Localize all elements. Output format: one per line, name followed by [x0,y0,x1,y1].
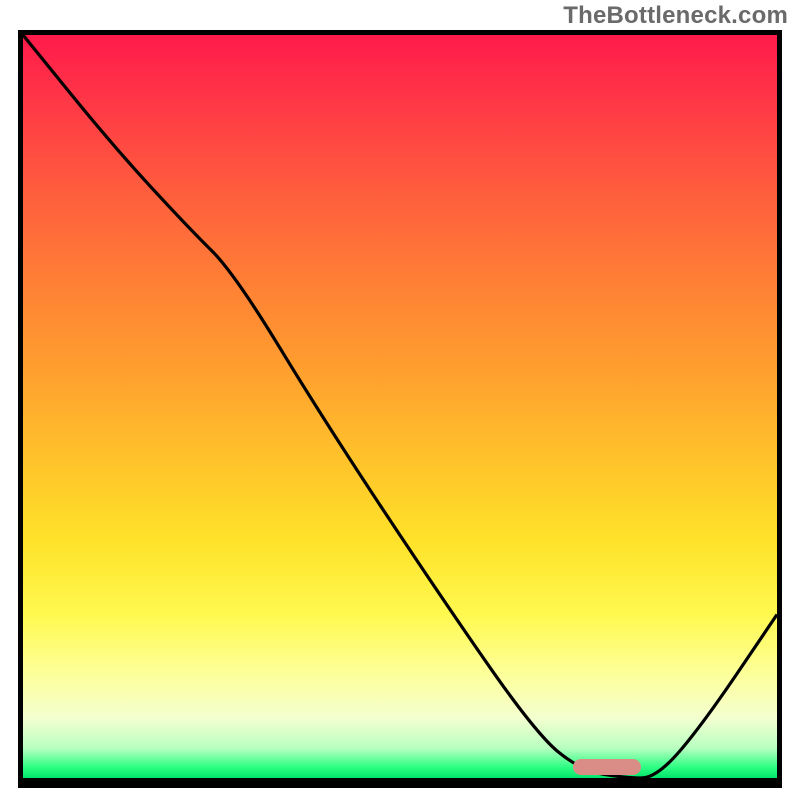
watermark-text: TheBottleneck.com [563,2,788,30]
bottleneck-curve [23,35,777,778]
optimal-range-marker [573,759,641,775]
chart-frame [18,30,782,788]
